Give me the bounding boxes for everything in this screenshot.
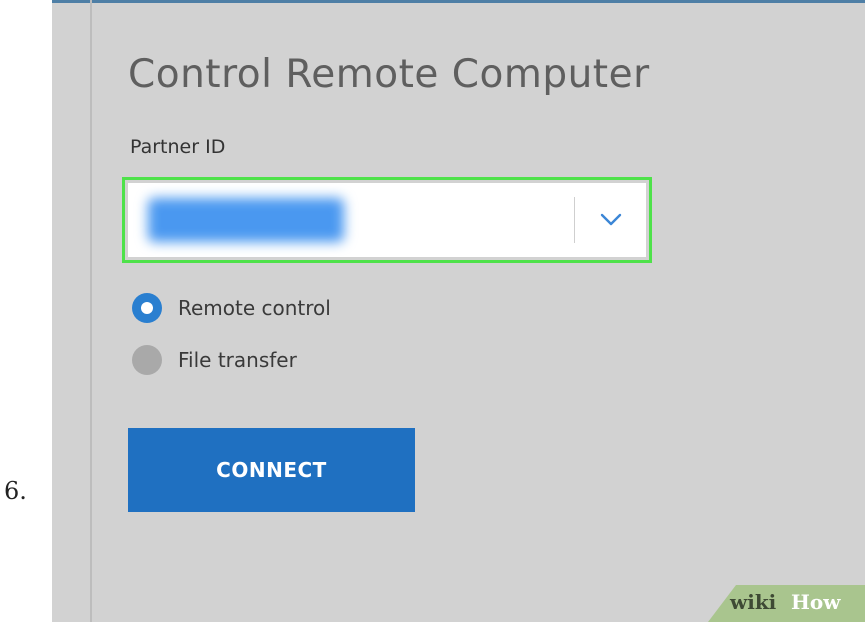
remote-control-panel: Control Remote Computer Partner ID Remot… (52, 0, 865, 622)
radio-file-transfer-circle[interactable] (132, 345, 162, 375)
page-title: Control Remote Computer (128, 52, 650, 97)
radio-remote-control-circle[interactable] (132, 293, 162, 323)
step-number: 6. (4, 477, 27, 505)
radio-file-transfer-label: File transfer (178, 348, 297, 372)
radio-remote-control[interactable]: Remote control (132, 292, 331, 324)
watermark-wiki-text: wiki (730, 590, 777, 614)
chevron-down-icon (600, 213, 622, 226)
connect-button[interactable]: CONNECT (128, 428, 415, 512)
panel-divider (90, 0, 92, 622)
partner-id-input[interactable] (128, 183, 646, 257)
panel-top-border (52, 0, 865, 3)
watermark-how-text: How (791, 590, 841, 614)
partner-id-dropdown-button[interactable] (586, 197, 636, 243)
input-separator (574, 197, 575, 243)
partner-id-label: Partner ID (130, 136, 226, 158)
radio-file-transfer[interactable]: File transfer (132, 344, 297, 376)
partner-id-value[interactable] (148, 198, 344, 242)
radio-remote-control-label: Remote control (178, 296, 331, 320)
